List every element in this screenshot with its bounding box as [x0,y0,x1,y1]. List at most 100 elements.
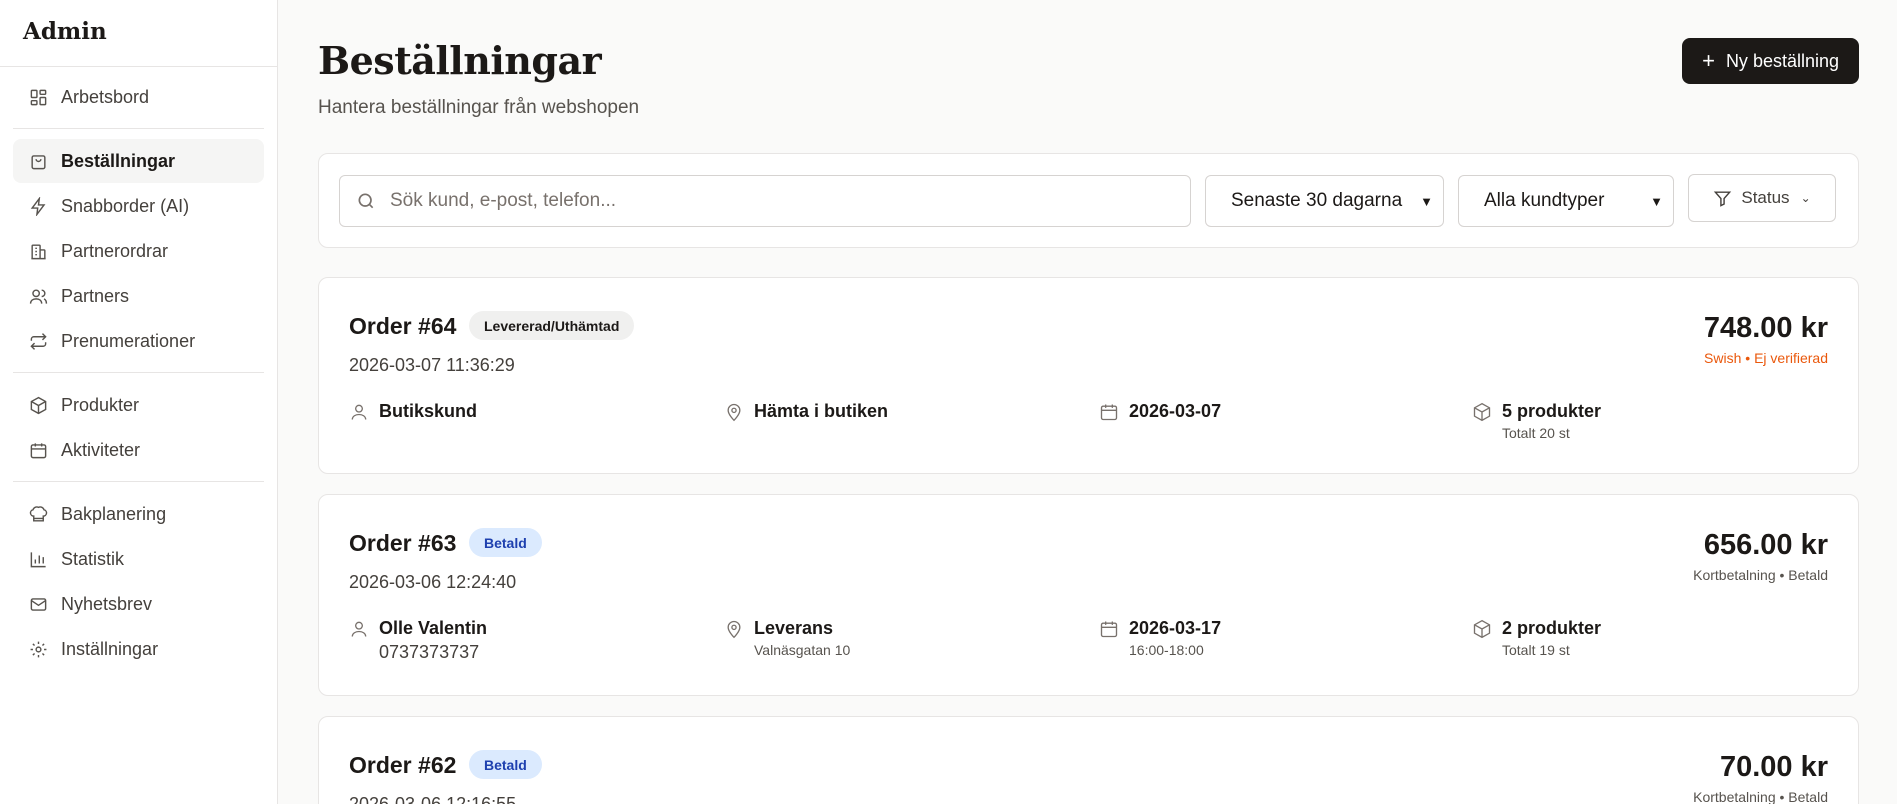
customer-info: Olle Valentin 0737373737 [349,618,487,663]
sidebar-item-produkter[interactable]: Produkter [13,383,264,427]
period-select[interactable]: Senaste 30 dagarna ▼ [1205,175,1444,227]
order-amount: 656.00 kr [1703,529,1828,561]
map-pin-icon [724,402,744,422]
sidebar-item-label: Arbetsbord [61,86,150,107]
shopping-bag-icon [28,151,48,171]
customer-type-value: Alla kundtyper [1484,190,1605,211]
customer-type-select[interactable]: Alla kundtyper ▼ [1458,175,1674,227]
sidebar-item-label: Nyhetsbrev [61,593,153,614]
filter-icon [1713,189,1732,208]
chevron-down-icon: ⌄ [1800,191,1811,205]
sidebar-item-label: Partnerordrar [61,240,169,261]
order-card[interactable]: Order #62 Betald 2026-03-06 12:16:55 70.… [318,716,1859,804]
status-filter-button[interactable]: Status ⌄ [1688,174,1836,222]
map-pin-icon [724,619,744,639]
search-input[interactable] [390,190,1170,212]
calendar-icon [1099,402,1119,422]
sidebar-item-label: Snabborder (AI) [61,195,190,216]
sidebar-item-label: Inställningar [61,638,159,659]
product-total: Totalt 20 st [1502,425,1570,441]
order-card[interactable]: Order #64 Levererad/Uthämtad 2026-03-07 … [318,277,1859,474]
payment-status: Kortbetalning • Betald [1693,789,1828,804]
sidebar-item-label: Statistik [61,548,125,569]
sidebar-item-label: Aktiviteter [61,439,141,460]
sidebar-item-statistik[interactable]: Statistik [13,537,264,581]
delivery-date: 2026-03-17 [1129,618,1222,638]
delivery-address: Valnäsgatan 10 [754,642,851,658]
chef-hat-icon [28,504,48,524]
sidebar-item-label: Prenumerationer [61,330,196,351]
delivery-info: Hämta i butiken [724,401,888,422]
sidebar-item-bestallningar[interactable]: Beställningar [13,139,264,183]
search-icon [356,191,376,211]
package-icon [1472,619,1492,639]
chevron-down-icon: ▼ [1650,193,1663,209]
period-select-value: Senaste 30 dagarna [1231,190,1403,211]
gear-icon [28,639,48,659]
status-badge: Betald [469,750,542,779]
mail-icon [28,594,48,614]
chevron-down-icon: ▼ [1420,193,1433,209]
brand-title: Admin [0,0,277,67]
products-info: 5 produkter Totalt 20 st [1472,401,1601,441]
sidebar-item-label: Partners [61,285,130,306]
product-total: Totalt 19 st [1502,642,1570,658]
user-icon [349,402,369,422]
order-card[interactable]: Order #63 Betald 2026-03-06 12:24:40 656… [318,494,1859,696]
page-title: Beställningar [318,38,602,83]
pickup-date: 2026-03-07 [1129,401,1222,421]
order-title: Order #63 [349,530,457,556]
customer-name: Butikskund [379,401,478,421]
user-icon [349,619,369,639]
sidebar-item-partners[interactable]: Partners [13,274,264,318]
sidebar-item-aktiviteter[interactable]: Aktiviteter [13,428,264,472]
repeat-icon [28,331,48,351]
sidebar-item-snabborder[interactable]: Snabborder (AI) [13,184,264,228]
customer-name: Olle Valentin [379,618,488,638]
calendar-icon [28,440,48,460]
sidebar-item-arbetsbord[interactable]: Arbetsbord [13,75,264,119]
package-icon [1472,402,1492,422]
order-title: Order #64 [349,313,457,339]
order-title: Order #62 [349,752,457,778]
payment-status: Kortbetalning • Betald [1693,567,1828,583]
search-box[interactable] [339,175,1191,227]
new-order-button[interactable]: + Ny beställning [1682,38,1859,84]
order-datetime: 2026-03-07 11:36:29 [349,355,515,375]
customer-info: Butikskund [349,401,477,422]
sidebar-item-label: Produkter [61,394,140,415]
filter-bar: Senaste 30 dagarna ▼ Alla kundtyper ▼ St… [318,153,1859,248]
sidebar-item-installningar[interactable]: Inställningar [13,627,264,671]
sidebar: Admin Arbetsbord Beställningar Snabborde… [0,0,278,804]
bar-chart-icon [28,549,48,569]
sidebar-item-partnerordrar[interactable]: Partnerordrar [13,229,264,273]
new-order-label: Ny beställning [1725,50,1839,71]
order-datetime: 2026-03-06 12:16:55 [349,794,517,804]
calendar-icon [1099,619,1119,639]
nav-divider [13,372,264,373]
sidebar-item-prenumerationer[interactable]: Prenumerationer [13,319,264,363]
status-badge: Levererad/Uthämtad [469,311,635,340]
delivery-info: Leverans Valnäsgatan 10 [724,618,850,658]
building-icon [28,241,48,261]
product-count: 5 produkter [1502,401,1602,421]
sidebar-nav: Arbetsbord Beställningar Snabborder (AI)… [0,67,277,680]
delivery-method: Leverans [754,618,834,638]
sidebar-item-label: Beställningar [61,150,176,171]
main-content: Beställningar Hantera beställningar från… [279,0,1897,804]
lightning-icon [28,196,48,216]
order-amount: 70.00 kr [1719,751,1828,783]
order-amount: 748.00 kr [1703,312,1828,344]
delivery-method: Hämta i butiken [754,401,889,421]
sidebar-item-bakplanering[interactable]: Bakplanering [13,492,264,536]
payment-status: Swish • Ej verifierad [1704,350,1828,366]
date-info: 2026-03-07 [1099,401,1221,422]
products-info: 2 produkter Totalt 19 st [1472,618,1601,658]
sidebar-item-nyhetsbrev[interactable]: Nyhetsbrev [13,582,264,626]
date-info: 2026-03-17 16:00-18:00 [1099,618,1221,658]
product-count: 2 produkter [1502,618,1602,638]
dashboard-icon [28,87,48,107]
plus-icon: + [1702,48,1715,73]
page-subtitle: Hantera beställningar från webshopen [318,97,640,118]
status-filter-label: Status [1741,188,1790,207]
